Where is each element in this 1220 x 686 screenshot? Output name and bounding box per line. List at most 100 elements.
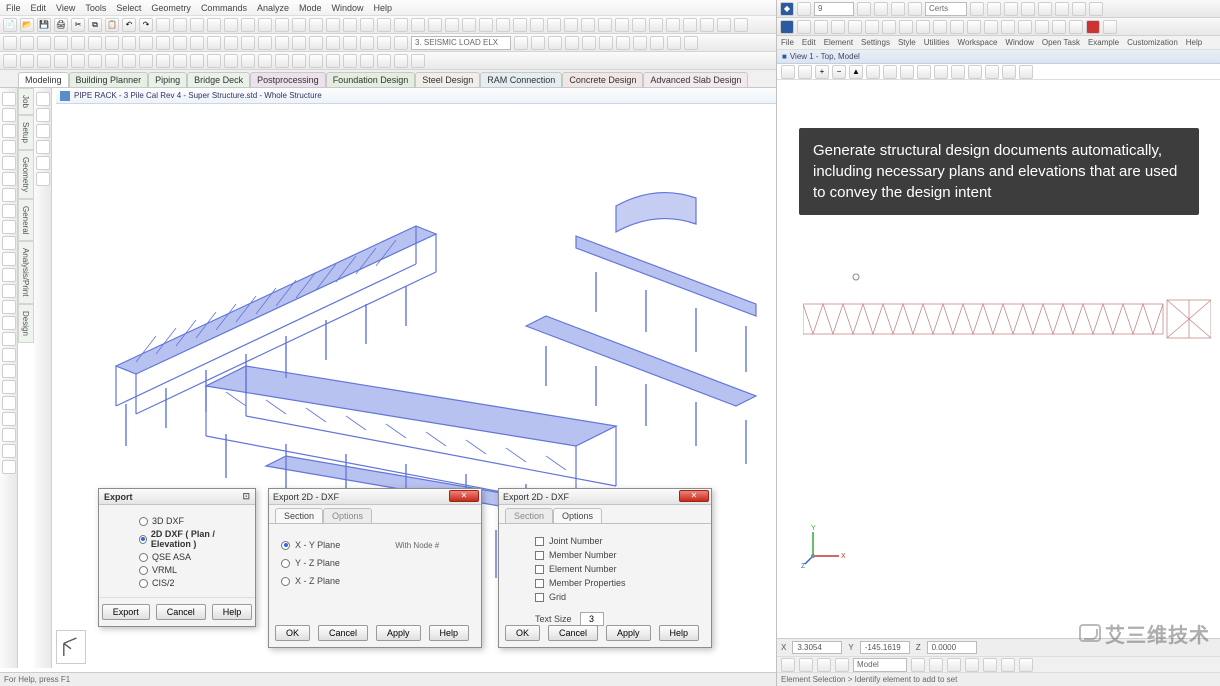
tb-icon[interactable]	[581, 18, 595, 32]
tb-icon[interactable]	[599, 36, 613, 50]
vtb-icon[interactable]	[36, 108, 50, 122]
radio-2d-dxf[interactable]	[139, 535, 147, 544]
tb-icon[interactable]	[224, 54, 238, 68]
tab-bridge-deck[interactable]: Bridge Deck	[187, 72, 250, 87]
menu-edit[interactable]: Edit	[31, 3, 47, 13]
pin-icon[interactable]: ⊡	[242, 491, 250, 502]
tb-minus-icon[interactable]: −	[832, 65, 846, 79]
tb-icon[interactable]	[1086, 20, 1100, 34]
tb-icon[interactable]	[1055, 2, 1069, 16]
tb-icon[interactable]	[105, 54, 119, 68]
tb-icon[interactable]	[479, 18, 493, 32]
tb-icon[interactable]	[224, 18, 238, 32]
tb-icon[interactable]	[857, 2, 871, 16]
tb-icon[interactable]	[37, 54, 51, 68]
help-button[interactable]: Help	[429, 625, 470, 641]
tb-icon[interactable]	[565, 36, 579, 50]
apply-button[interactable]: Apply	[376, 625, 421, 641]
vtb-icon[interactable]	[2, 332, 16, 346]
vtb-icon[interactable]	[2, 428, 16, 442]
tb-icon[interactable]	[139, 36, 153, 50]
tb-icon[interactable]	[891, 2, 905, 16]
tb-icon[interactable]	[547, 18, 561, 32]
tb-icon[interactable]	[951, 65, 965, 79]
vtb-icon[interactable]	[2, 252, 16, 266]
vtb-icon[interactable]	[2, 348, 16, 362]
export-button[interactable]: Export	[102, 604, 150, 620]
tb-icon[interactable]	[883, 65, 897, 79]
tb-icon[interactable]	[970, 2, 984, 16]
tb-icon[interactable]	[797, 20, 811, 34]
tb-icon[interactable]	[394, 54, 408, 68]
vtb-icon[interactable]	[36, 156, 50, 170]
tb-icon[interactable]	[797, 2, 811, 16]
tb-icon[interactable]	[513, 18, 527, 32]
tb-icon[interactable]	[360, 54, 374, 68]
vtb-icon[interactable]	[2, 172, 16, 186]
tb-copy-icon[interactable]: ⧉	[88, 18, 102, 32]
tb-icon[interactable]	[241, 54, 255, 68]
ok-button[interactable]: OK	[505, 625, 540, 641]
tb-icon[interactable]	[1004, 2, 1018, 16]
tb-icon[interactable]	[275, 54, 289, 68]
viewcube[interactable]	[56, 630, 86, 664]
tb-icon[interactable]	[207, 54, 221, 68]
radio-3d-dxf[interactable]	[139, 517, 148, 526]
tb-icon[interactable]	[275, 36, 289, 50]
tb-plus-icon[interactable]: +	[815, 65, 829, 79]
side-tab-setup[interactable]: Setup	[18, 115, 34, 150]
vtb-icon[interactable]	[2, 396, 16, 410]
vtb-icon[interactable]	[2, 316, 16, 330]
tb-icon[interactable]	[1069, 20, 1083, 34]
tb-icon[interactable]	[258, 36, 272, 50]
tb-open-icon[interactable]: 📂	[20, 18, 34, 32]
menu-view[interactable]: View	[56, 3, 75, 13]
tab-postprocessing[interactable]: Postprocessing	[250, 72, 326, 87]
radio-xz-plane[interactable]	[281, 577, 290, 586]
tb-icon[interactable]	[1002, 65, 1016, 79]
vtb-icon[interactable]	[2, 380, 16, 394]
tb-icon[interactable]	[987, 2, 1001, 16]
tb-paste-icon[interactable]: 📋	[105, 18, 119, 32]
tb-icon[interactable]	[394, 36, 408, 50]
vtb-icon[interactable]	[2, 204, 16, 218]
vtb-icon[interactable]	[2, 268, 16, 282]
menu-window[interactable]: Window	[1005, 38, 1033, 47]
tb-icon[interactable]	[1072, 2, 1086, 16]
tb-icon[interactable]	[650, 36, 664, 50]
tab-piping[interactable]: Piping	[148, 72, 187, 87]
vtb-icon[interactable]	[2, 236, 16, 250]
tb-icon[interactable]	[258, 18, 272, 32]
menu-commands[interactable]: Commands	[201, 3, 247, 13]
tab-steel-design[interactable]: Steel Design	[415, 72, 480, 87]
tb-icon[interactable]	[616, 36, 630, 50]
cancel-button[interactable]: Cancel	[156, 604, 206, 620]
tb-icon[interactable]	[967, 20, 981, 34]
tb-icon[interactable]	[394, 18, 408, 32]
tb-icon[interactable]	[258, 54, 272, 68]
tab-advanced-slab-design[interactable]: Advanced Slab Design	[643, 72, 748, 87]
tb-icon[interactable]	[3, 54, 17, 68]
tb-icon[interactable]	[582, 36, 596, 50]
tb-icon[interactable]	[831, 20, 845, 34]
tb-icon[interactable]	[20, 54, 34, 68]
menu-example[interactable]: Example	[1088, 38, 1119, 47]
tb-icon[interactable]	[947, 658, 961, 672]
tb-icon[interactable]	[156, 18, 170, 32]
side-tab-analysis[interactable]: Analysis/Print	[18, 241, 34, 303]
tb-icon[interactable]	[173, 36, 187, 50]
tb-icon[interactable]	[564, 18, 578, 32]
tb-icon[interactable]	[965, 658, 979, 672]
tb-icon[interactable]	[275, 18, 289, 32]
tab-concrete-design[interactable]: Concrete Design	[562, 72, 643, 87]
tb-icon[interactable]	[917, 65, 931, 79]
tb-icon[interactable]	[882, 20, 896, 34]
tb-icon[interactable]	[326, 18, 340, 32]
chk-element-number[interactable]	[535, 565, 544, 574]
tb-icon[interactable]	[343, 36, 357, 50]
tb-icon[interactable]	[326, 36, 340, 50]
menu-customization[interactable]: Customization	[1127, 38, 1178, 47]
vtb-icon[interactable]	[2, 300, 16, 314]
menu-utilities[interactable]: Utilities	[924, 38, 950, 47]
tb-icon[interactable]	[292, 18, 306, 32]
